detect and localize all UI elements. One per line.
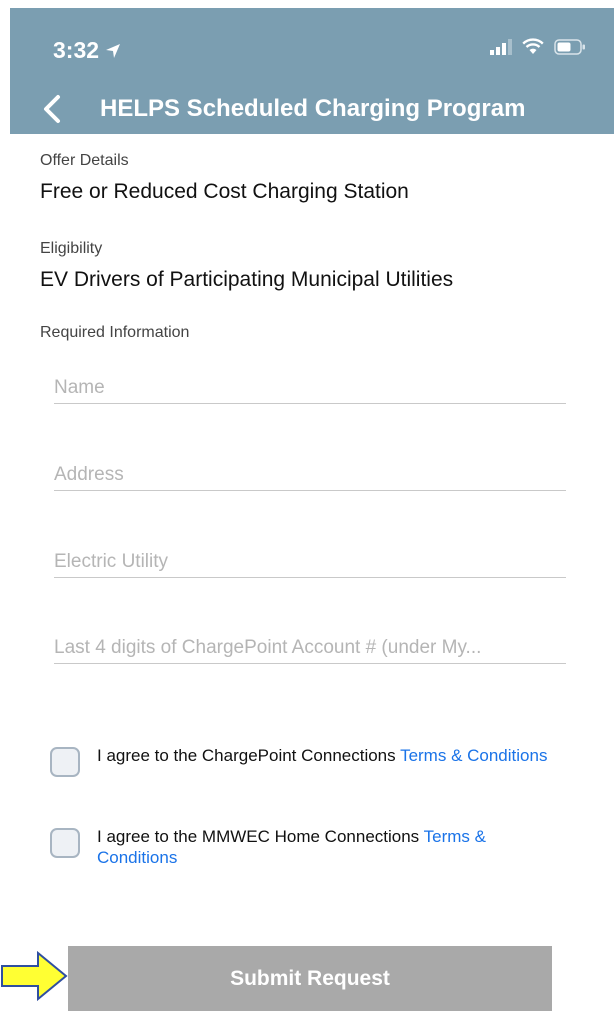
chargepoint-terms-text: I agree to the ChargePoint Connections T… [97, 745, 547, 766]
eligibility-value: EV Drivers of Participating Municipal Ut… [40, 268, 454, 291]
eligibility-label: Eligibility [40, 240, 103, 257]
status-bar-indicators [490, 38, 586, 55]
electric-utility-input[interactable] [54, 538, 566, 577]
wifi-icon [522, 38, 544, 54]
submit-request-button[interactable]: Submit Request [68, 946, 552, 1011]
location-arrow-icon [106, 43, 121, 58]
chargepoint-terms-link[interactable]: Terms & Conditions [400, 746, 547, 765]
chevron-left-icon [44, 95, 60, 123]
offer-details-label: Offer Details [40, 152, 129, 169]
mmwec-terms-checkbox[interactable] [50, 828, 80, 858]
address-input[interactable] [54, 451, 566, 490]
offer-details-value: Free or Reduced Cost Charging Station [40, 180, 409, 203]
chargepoint-terms-row: I agree to the ChargePoint Connections T… [50, 745, 560, 777]
yellow-arrow-icon [1, 950, 68, 1002]
address-field [54, 451, 566, 491]
battery-icon [554, 38, 585, 55]
mmwec-terms-text: I agree to the MMWEC Home Connections Te… [97, 826, 560, 868]
required-info-label: Required Information [40, 324, 190, 341]
name-field [54, 364, 566, 404]
status-bar-time: 3:32 [53, 37, 121, 64]
status-time-text: 3:32 [53, 37, 100, 63]
electric-utility-field [54, 538, 566, 578]
chargepoint-terms-label: I agree to the ChargePoint Connections [97, 746, 401, 765]
back-button[interactable] [34, 92, 70, 126]
mmwec-terms-label: I agree to the MMWEC Home Connections [97, 827, 424, 846]
name-input[interactable] [54, 364, 566, 403]
signal-bars-icon [490, 38, 512, 55]
app-header: 3:32 HELPS Scheduled Charging Program [10, 8, 614, 134]
chargepoint-terms-checkbox[interactable] [50, 747, 80, 777]
mmwec-terms-row: I agree to the MMWEC Home Connections Te… [50, 826, 560, 868]
page-title: HELPS Scheduled Charging Program [100, 95, 526, 122]
account-digits-field [54, 624, 566, 664]
account-digits-input[interactable] [54, 624, 566, 663]
